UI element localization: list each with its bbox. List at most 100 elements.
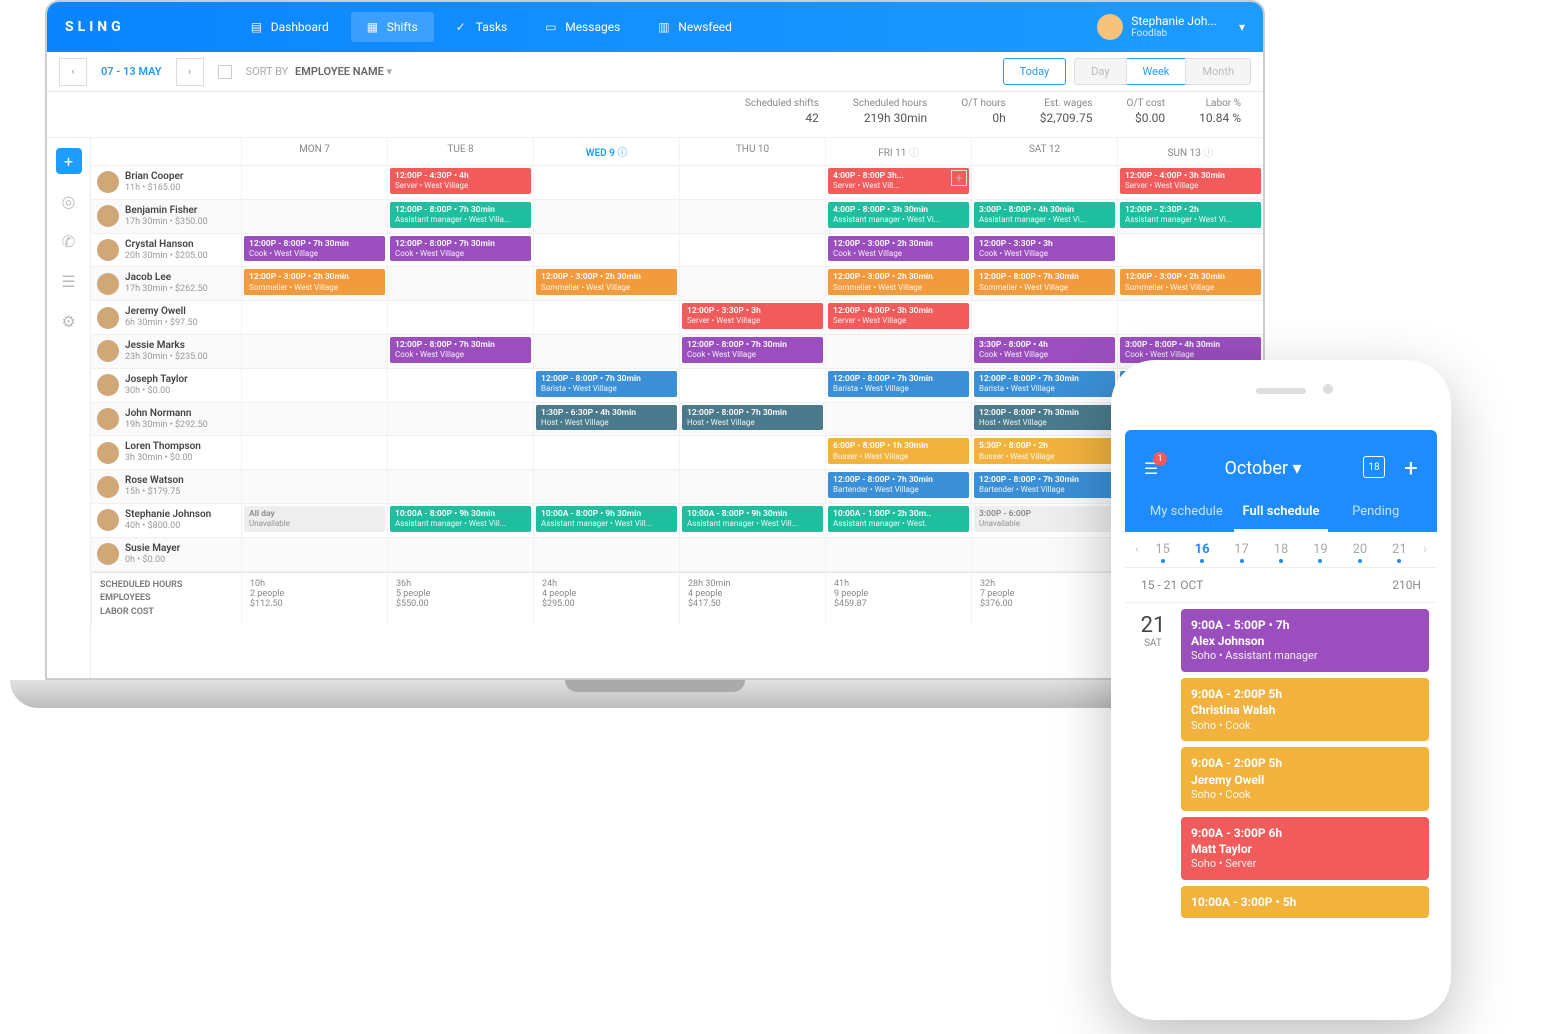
schedule-cell[interactable]: 10:00A - 8:00P • 9h 30minAssistant manag…: [533, 504, 679, 537]
shift-block[interactable]: 10:00A - 1:00P • 2h 30m..Assistant manag…: [828, 506, 969, 532]
schedule-cell[interactable]: 12:00P - 3:00P • 2h 30minSommelier • Wes…: [825, 267, 971, 300]
schedule-cell[interactable]: [533, 200, 679, 233]
schedule-cell[interactable]: 1:30P - 6:30P • 4h 30minHost • West Vill…: [533, 403, 679, 436]
shift-block[interactable]: 12:00P - 8:00P • 7h 30minCook • West Vil…: [390, 236, 531, 262]
schedule-cell[interactable]: [679, 166, 825, 199]
schedule-cell[interactable]: 12:00P - 8:00P • 7h 30minHost • West Vil…: [679, 403, 825, 436]
phone-shift[interactable]: 9:00A - 3:00P 6hMatt TaylorSoho • Server: [1181, 817, 1429, 880]
today-button[interactable]: Today: [1003, 58, 1067, 85]
employee-info[interactable]: Rose Watson15h • $179.75: [91, 470, 241, 503]
schedule-cell[interactable]: 3:00P - 6:00PUnavailable: [971, 504, 1117, 537]
schedule-cell[interactable]: [679, 200, 825, 233]
shift-block[interactable]: 4:00P - 8:00P • 3h 30minAssistant manage…: [828, 202, 969, 228]
schedule-cell[interactable]: [971, 301, 1117, 334]
schedule-cell[interactable]: [241, 335, 387, 368]
nav-shifts[interactable]: ▦Shifts: [351, 12, 434, 42]
menu-icon[interactable]: ☰1: [1139, 456, 1163, 480]
schedule-cell[interactable]: 12:00P - 4:00P • 3h 30minServer • West V…: [1117, 166, 1263, 199]
select-all-checkbox[interactable]: [218, 65, 232, 79]
sort-control[interactable]: SORT BY EMPLOYEE NAME ▾: [246, 65, 393, 78]
employee-info[interactable]: Benjamin Fisher17h 30min • $350.00: [91, 200, 241, 233]
schedule-cell[interactable]: 12:00P - 3:00P • 2h 30minSommelier • Wes…: [533, 267, 679, 300]
shift-block[interactable]: 10:00A - 8:00P • 9h 30minAssistant manag…: [682, 506, 823, 532]
schedule-cell[interactable]: 6:00P - 8:00P • 1h 30minBusser • West Vi…: [825, 436, 971, 469]
next-days-button[interactable]: ›: [1419, 542, 1431, 557]
shift-block[interactable]: 3:00P - 6:00PUnavailable: [974, 506, 1115, 532]
shift-block[interactable]: 12:00P - 4:00P • 3h 30minServer • West V…: [828, 303, 969, 329]
day-pill[interactable]: 17: [1222, 542, 1261, 557]
schedule-cell[interactable]: [533, 335, 679, 368]
schedule-cell[interactable]: [241, 166, 387, 199]
tab-pending[interactable]: Pending: [1328, 494, 1423, 532]
schedule-cell[interactable]: 12:00P - 3:00P • 2h 30minCook • West Vil…: [825, 234, 971, 267]
schedule-cell[interactable]: [387, 470, 533, 503]
shift-block[interactable]: 12:00P - 4:30P • 4hServer • West Village: [390, 168, 531, 194]
next-week-button[interactable]: ›: [176, 58, 204, 86]
employee-info[interactable]: Joseph Taylor30h • $0.00: [91, 369, 241, 402]
schedule-cell[interactable]: 10:00A - 8:00P • 9h 30minAssistant manag…: [679, 504, 825, 537]
day-pill[interactable]: 20: [1340, 542, 1379, 557]
schedule-cell[interactable]: 12:00P - 8:00P • 7h 30minSommelier • Wes…: [971, 267, 1117, 300]
schedule-cell[interactable]: 4:00P - 8:00P 3h...Server • West Vill...…: [825, 166, 971, 199]
shift-block[interactable]: 3:00P - 8:00P • 4h 30minCook • West Vill…: [1120, 337, 1261, 363]
shift-block[interactable]: 12:00P - 8:00P • 7h 30minCook • West Vil…: [390, 337, 531, 363]
employee-info[interactable]: Susie Mayer0h • $0.00: [91, 538, 241, 571]
location-icon[interactable]: ◎: [56, 188, 82, 214]
schedule-cell[interactable]: [241, 436, 387, 469]
add-shift-button[interactable]: +: [56, 148, 82, 174]
schedule-cell[interactable]: [679, 538, 825, 571]
day-header[interactable]: FRI 11 ⓘ: [825, 138, 971, 165]
date-range[interactable]: 07 - 13 MAY: [87, 65, 176, 78]
month-selector[interactable]: October ▾: [1224, 458, 1301, 479]
schedule-cell[interactable]: [533, 166, 679, 199]
week-view-button[interactable]: Week: [1127, 58, 1186, 85]
shift-block[interactable]: 12:00P - 8:00P • 7h 30minCook • West Vil…: [244, 236, 385, 262]
schedule-cell[interactable]: [679, 234, 825, 267]
schedule-cell[interactable]: [971, 538, 1117, 571]
day-header[interactable]: THU 10: [679, 138, 825, 165]
day-header[interactable]: SUN 13 ⓘ: [1117, 138, 1263, 165]
day-pill[interactable]: 16: [1182, 542, 1221, 557]
schedule-cell[interactable]: [825, 538, 971, 571]
schedule-cell[interactable]: [971, 166, 1117, 199]
shift-block[interactable]: 12:00P - 3:00P • 2h 30minSommelier • Wes…: [536, 269, 677, 295]
schedule-cell[interactable]: 12:00P - 8:00P • 7h 30minHost • West Vil…: [971, 403, 1117, 436]
nav-tasks[interactable]: ✓Tasks: [440, 12, 524, 42]
schedule-cell[interactable]: 12:00P - 8:00P • 7h 30minBarista • West …: [971, 369, 1117, 402]
shift-block[interactable]: 12:00P - 3:00P • 2h 30minSommelier • Wes…: [828, 269, 969, 295]
schedule-cell[interactable]: 5:30P - 8:00P • 2hBusser • West Village: [971, 436, 1117, 469]
schedule-cell[interactable]: [825, 403, 971, 436]
day-pill[interactable]: 15: [1143, 542, 1182, 557]
employee-info[interactable]: Jacob Lee17h 30min • $262.50: [91, 267, 241, 300]
nav-messages[interactable]: ▭Messages: [529, 12, 636, 42]
schedule-cell[interactable]: [241, 403, 387, 436]
shift-block[interactable]: 6:00P - 8:00P • 1h 30minBusser • West Vi…: [828, 438, 969, 464]
schedule-cell[interactable]: [533, 234, 679, 267]
shift-block[interactable]: 1:30P - 6:30P • 4h 30minHost • West Vill…: [536, 405, 677, 431]
calendar-icon[interactable]: 18: [1363, 456, 1385, 478]
user-menu[interactable]: Stephanie Joh... Foodlab ▾: [1097, 14, 1245, 40]
shift-block[interactable]: 12:00P - 8:00P • 7h 30minBartender • Wes…: [828, 472, 969, 498]
employee-info[interactable]: Brian Cooper11h • $165.00: [91, 166, 241, 199]
add-shift-inline[interactable]: +: [951, 170, 967, 186]
schedule-cell[interactable]: 12:00P - 8:00P • 7h 30minAssistant manag…: [387, 200, 533, 233]
schedule-cell[interactable]: 12:00P - 3:00P • 2h 30minSommelier • Wes…: [1117, 267, 1263, 300]
schedule-cell[interactable]: 12:00P - 4:00P • 3h 30minServer • West V…: [825, 301, 971, 334]
day-view-button[interactable]: Day: [1074, 58, 1126, 85]
list-icon[interactable]: ☰: [56, 268, 82, 294]
month-view-button[interactable]: Month: [1185, 58, 1251, 85]
schedule-cell[interactable]: 12:00P - 2:30P • 2hAssistant manager • W…: [1117, 200, 1263, 233]
employee-info[interactable]: Stephanie Johnson40h • $800.00: [91, 504, 241, 537]
shift-block[interactable]: 12:00P - 8:00P • 7h 30minHost • West Vil…: [974, 405, 1115, 431]
nav-newsfeed[interactable]: ▥Newsfeed: [642, 12, 748, 42]
shift-block[interactable]: 10:00A - 8:00P • 9h 30minAssistant manag…: [536, 506, 677, 532]
tab-my-schedule[interactable]: My schedule: [1139, 494, 1234, 532]
add-button[interactable]: +: [1399, 456, 1423, 480]
day-pill[interactable]: 19: [1301, 542, 1340, 557]
schedule-cell[interactable]: [387, 403, 533, 436]
schedule-cell[interactable]: 12:00P - 8:00P • 7h 30minBarista • West …: [825, 369, 971, 402]
day-header[interactable]: MON 7: [241, 138, 387, 165]
shift-block[interactable]: 12:00P - 3:00P • 2h 30minSommelier • Wes…: [1120, 269, 1261, 295]
shift-block[interactable]: 12:00P - 8:00P • 7h 30minAssistant manag…: [390, 202, 531, 228]
day-pill[interactable]: 21: [1380, 542, 1419, 557]
